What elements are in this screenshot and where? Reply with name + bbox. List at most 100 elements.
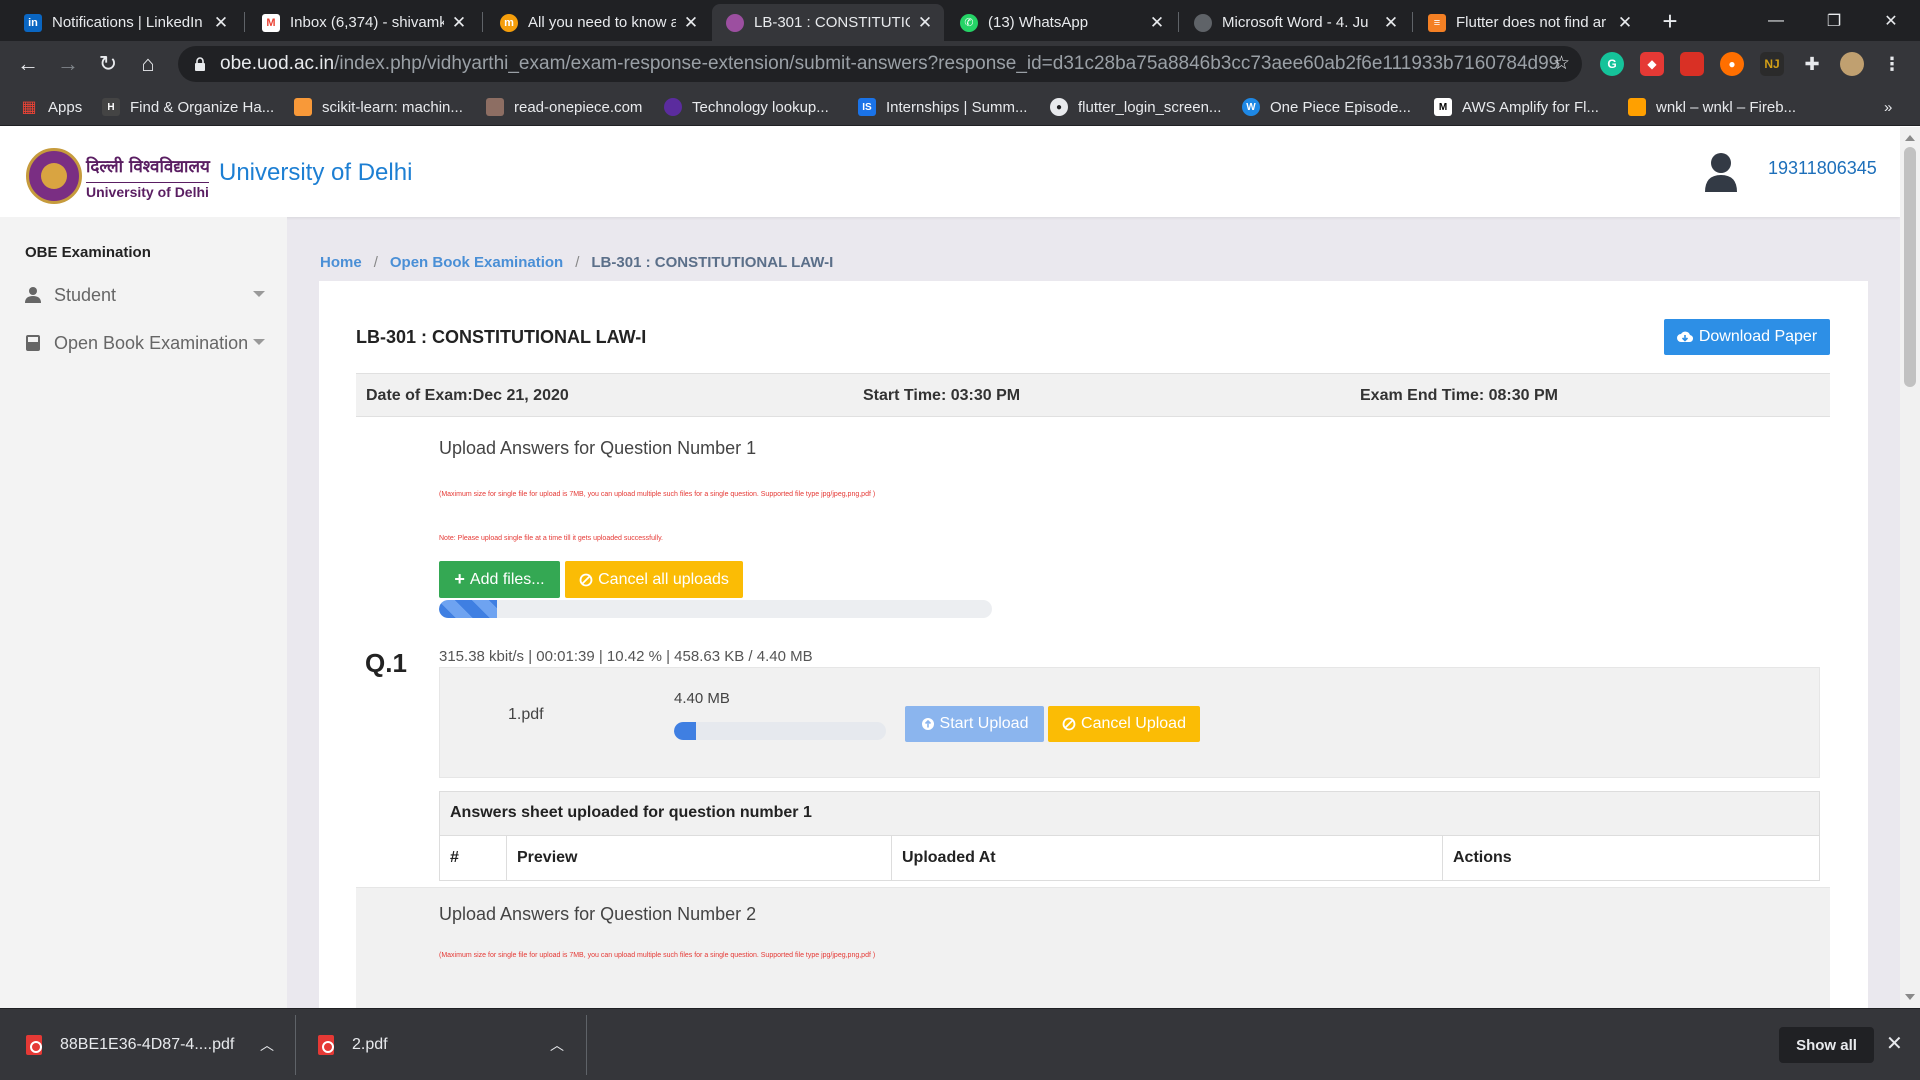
exam-title: LB-301 : CONSTITUTIONAL LAW-I — [356, 327, 647, 347]
browser-tab-stackoverflow[interactable]: ≡ Flutter does not find ar ✕ — [1414, 4, 1644, 41]
close-tab-icon[interactable]: ✕ — [450, 13, 468, 33]
exam-end-time: Exam End Time: 08:30 PM — [1360, 387, 1558, 404]
tab-title: Inbox (6,374) - shivamk — [290, 14, 444, 31]
bookmark-onepiece-episode[interactable]: W One Piece Episode... — [1242, 96, 1411, 118]
sidebar-item-label: Student — [54, 284, 117, 305]
bookmark-technology-lookup[interactable]: Technology lookup... — [664, 96, 829, 118]
medium-m-icon: M — [1434, 98, 1452, 116]
file-size-note: (Maximum size for single file for upload… — [439, 491, 876, 498]
nj-extension-icon[interactable]: NJ — [1760, 52, 1784, 76]
browser-toolbar: ← → ↻ ⌂ obe.uod.ac.in/index.php/vidhyart… — [0, 41, 1920, 87]
bookmark-find-organize[interactable]: H Find & Organize Ha... — [102, 96, 274, 118]
close-shelf-icon[interactable]: ✕ — [1886, 1031, 1903, 1056]
bookmark-label: wnkl – wnkl – Fireb... — [1656, 98, 1797, 116]
cancel-all-label: Cancel all uploads — [598, 570, 729, 588]
browser-tab-active-exam[interactable]: LB-301 : CONSTITUTIO ✕ — [712, 4, 944, 41]
home-icon[interactable]: ⌂ — [132, 48, 164, 80]
start-upload-button[interactable]: Start Upload — [905, 706, 1044, 742]
user-avatar-icon[interactable] — [1704, 152, 1738, 192]
bookmark-label: Technology lookup... — [692, 98, 829, 116]
browser-tab-medium[interactable]: m All you need to know a ✕ — [486, 4, 710, 41]
reload-icon[interactable]: ↻ — [92, 48, 124, 80]
wappalyzer-icon — [664, 98, 682, 116]
download-item[interactable]: 2.pdf — [318, 1009, 558, 1080]
close-tab-icon[interactable]: ✕ — [1382, 13, 1400, 33]
file-name: 1.pdf — [508, 706, 544, 723]
shield-extension-icon[interactable]: ◆ — [1640, 52, 1664, 76]
new-tab-icon[interactable]: + — [1654, 6, 1686, 37]
add-files-label: Add files... — [469, 570, 545, 588]
sidebar-item-student[interactable]: Student — [25, 282, 265, 308]
bookmark-extension-icon[interactable] — [1680, 52, 1704, 76]
sidebar-item-label: Open Book Examination — [54, 332, 249, 353]
more-bookmarks-icon[interactable]: » — [1884, 96, 1892, 118]
onepiece-icon — [486, 98, 504, 116]
browser-tab-linkedin[interactable]: in Notifications | LinkedIn ✕ — [10, 4, 240, 41]
download-item[interactable]: 88BE1E36-4D87-4....pdf — [26, 1009, 286, 1080]
flame-extension-icon[interactable]: ● — [1720, 52, 1744, 76]
profile-avatar-icon[interactable] — [1840, 52, 1864, 76]
back-icon[interactable]: ← — [12, 48, 44, 80]
bookmark-aws-amplify[interactable]: M AWS Amplify for Fl... — [1434, 96, 1599, 118]
browser-tab-whatsapp[interactable]: ✆ (13) WhatsApp ✕ — [946, 4, 1176, 41]
user-id-link[interactable]: 19311806345 — [1768, 158, 1877, 179]
breadcrumb-home[interactable]: Home — [320, 254, 362, 271]
download-file-name: 88BE1E36-4D87-4....pdf — [60, 1036, 235, 1053]
bookmark-internships[interactable]: IS Internships | Summ... — [858, 96, 1027, 118]
overall-progress-fill — [439, 600, 497, 618]
minimize-icon[interactable]: — — [1747, 0, 1805, 41]
forward-icon[interactable]: → — [52, 48, 84, 80]
add-files-button[interactable]: + Add files... — [439, 561, 560, 598]
bookmark-apps[interactable]: ▦ Apps — [20, 96, 82, 118]
exam-date: Date of Exam:Dec 21, 2020 — [366, 387, 569, 404]
grammarly-icon[interactable]: G — [1600, 52, 1624, 76]
sidebar-item-open-book-examination[interactable]: Open Book Examination — [25, 330, 265, 356]
chevron-up-icon[interactable]: ︿ — [260, 1035, 274, 1055]
question-2-upload-heading: Upload Answers for Question Number 2 — [439, 904, 757, 924]
cancel-all-uploads-button[interactable]: Cancel all uploads — [565, 561, 743, 598]
answers-table-caption: Answers sheet uploaded for question numb… — [440, 792, 1819, 836]
file-progress-bar — [674, 722, 886, 740]
linkedin-icon: in — [24, 13, 42, 32]
sidebar-title: OBE Examination — [25, 244, 151, 261]
site-header: दिल्ली विश्वविद्यालय University of Delhi… — [0, 127, 1900, 217]
browser-tab-gmail[interactable]: M Inbox (6,374) - shivamk ✕ — [248, 4, 478, 41]
bookmark-label: AWS Amplify for Fl... — [1462, 98, 1599, 116]
brand-title[interactable]: University of Delhi — [219, 159, 412, 187]
url-host: obe.uod.ac.in — [220, 53, 335, 74]
breadcrumb-current: LB-301 : CONSTITUTIONAL LAW-I — [591, 254, 834, 271]
extensions-puzzle-icon[interactable]: ✚ — [1800, 52, 1824, 76]
browser-tab-word[interactable]: Microsoft Word - 4. Ju ✕ — [1180, 4, 1410, 41]
du-seal-logo[interactable] — [26, 148, 82, 204]
page-scrollbar[interactable] — [1900, 127, 1920, 1008]
close-tab-icon[interactable]: ✕ — [212, 13, 230, 33]
close-tab-icon[interactable]: ✕ — [1148, 13, 1166, 33]
bookmark-scikit-learn[interactable]: scikit-learn: machin... — [294, 96, 463, 118]
bookmark-firebase[interactable]: wnkl – wnkl – Fireb... — [1628, 96, 1796, 118]
window-close-icon[interactable]: ✕ — [1862, 0, 1920, 41]
restore-icon[interactable]: ❐ — [1805, 0, 1863, 41]
column-header-actions: Actions — [1453, 849, 1512, 866]
breadcrumb-open-book-examination[interactable]: Open Book Examination — [390, 254, 563, 271]
overall-progress-bar — [439, 600, 992, 618]
logo-hindi-text: दिल्ली विश्वविद्यालय — [86, 157, 210, 177]
cancel-upload-button[interactable]: Cancel Upload — [1048, 706, 1200, 742]
bookmark-label: Internships | Summ... — [886, 98, 1028, 116]
chevron-up-icon[interactable]: ︿ — [550, 1035, 564, 1055]
show-all-downloads-button[interactable]: Show all — [1779, 1027, 1874, 1063]
bookmark-read-onepiece[interactable]: read-onepiece.com — [486, 96, 642, 118]
address-bar[interactable]: obe.uod.ac.in/index.php/vidhyarthi_exam/… — [178, 46, 1582, 82]
download-paper-button[interactable]: Download Paper — [1664, 319, 1830, 355]
scrollbar-thumb[interactable] — [1904, 147, 1916, 387]
answers-table: Answers sheet uploaded for question numb… — [439, 791, 1820, 881]
close-tab-icon[interactable]: ✕ — [916, 13, 934, 33]
scroll-down-icon[interactable] — [1905, 994, 1915, 1000]
bookmark-flutter-login[interactable]: ● flutter_login_screen... — [1050, 96, 1221, 118]
column-header-uploaded-at: Uploaded At — [892, 836, 1443, 880]
scroll-up-icon[interactable] — [1905, 135, 1915, 141]
close-tab-icon[interactable]: ✕ — [1616, 13, 1634, 33]
bookmark-star-icon[interactable]: ☆ — [1553, 52, 1570, 75]
tab-title: Flutter does not find ar — [1456, 14, 1607, 31]
close-tab-icon[interactable]: ✕ — [682, 13, 700, 33]
menu-kebab-icon[interactable]: ⋮ — [1880, 52, 1904, 76]
